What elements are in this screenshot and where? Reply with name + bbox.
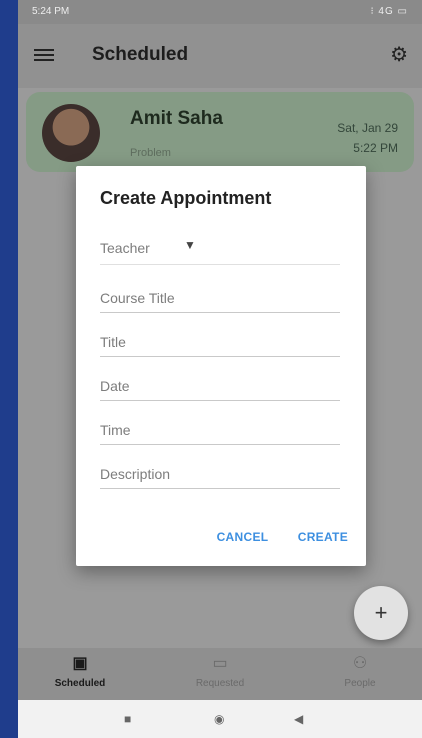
course-title-input[interactable] xyxy=(100,290,340,306)
teacher-select[interactable]: Teacher ▼ xyxy=(100,228,340,265)
people-icon: ⚇ xyxy=(352,655,368,672)
status-indicators: ⁝ 4G ▭ xyxy=(370,6,408,17)
nav-item-scheduled[interactable]: ▣ Scheduled xyxy=(20,654,140,689)
title-field xyxy=(100,316,340,357)
status-time: 5:24 PM xyxy=(32,6,70,17)
recents-button[interactable]: ■ xyxy=(124,712,131,726)
date-input[interactable] xyxy=(100,378,340,394)
home-button[interactable]: ◉ xyxy=(214,712,224,726)
phone-screen: 5:24 PM ⁝ 4G ▭ Scheduled ⚙ Amit Saha Pro… xyxy=(18,0,422,738)
system-nav-bar: ■ ◉ ◀ xyxy=(18,700,422,738)
calendar-icon: ▣ xyxy=(72,655,88,672)
back-button[interactable]: ◀ xyxy=(294,712,303,726)
status-bar: 5:24 PM ⁝ 4G ▭ xyxy=(18,0,422,24)
bottom-nav: ▣ Scheduled ▭ Requested ⚇ People xyxy=(18,648,422,700)
teacher-select-value: Teacher xyxy=(100,240,150,256)
appointment-card[interactable]: Amit Saha Problem Sat, Jan 29 5:22 PM xyxy=(26,92,414,172)
app-bar: Scheduled ⚙ xyxy=(18,24,422,88)
course-title-field xyxy=(100,272,340,313)
create-appointment-dialog: Create Appointment Teacher ▼ CANCEL CREA… xyxy=(76,166,366,566)
dialog-title: Create Appointment xyxy=(100,188,272,208)
cancel-button[interactable]: CANCEL xyxy=(217,530,269,544)
time-field xyxy=(100,404,340,445)
appointment-datetime: Sat, Jan 29 5:22 PM xyxy=(337,118,398,158)
dropdown-arrow-icon: ▼ xyxy=(184,238,196,252)
hamburger-icon[interactable] xyxy=(34,46,54,66)
appointment-time: 5:22 PM xyxy=(353,141,398,155)
nav-label: People xyxy=(344,678,376,689)
gear-icon[interactable]: ⚙ xyxy=(390,42,408,67)
nav-label: Requested xyxy=(195,678,245,689)
add-appointment-fab[interactable]: + xyxy=(354,586,408,640)
appointment-name: Amit Saha xyxy=(130,108,223,129)
dialog-actions: CANCEL CREATE xyxy=(191,530,348,544)
appointment-subtitle: Problem xyxy=(130,147,171,159)
appointment-date: Sat, Jan 29 xyxy=(337,121,398,135)
nav-item-requested[interactable]: ▭ Requested xyxy=(160,654,280,689)
time-input[interactable] xyxy=(100,422,340,438)
date-field xyxy=(100,360,340,401)
create-button[interactable]: CREATE xyxy=(298,530,348,544)
page-title: Scheduled xyxy=(92,44,189,65)
nav-label: Scheduled xyxy=(54,678,106,689)
description-field xyxy=(100,448,340,489)
description-input[interactable] xyxy=(100,466,340,482)
title-input[interactable] xyxy=(100,334,340,350)
inbox-icon: ▭ xyxy=(212,655,228,672)
avatar xyxy=(42,104,100,162)
nav-item-people[interactable]: ⚇ People xyxy=(300,654,420,689)
